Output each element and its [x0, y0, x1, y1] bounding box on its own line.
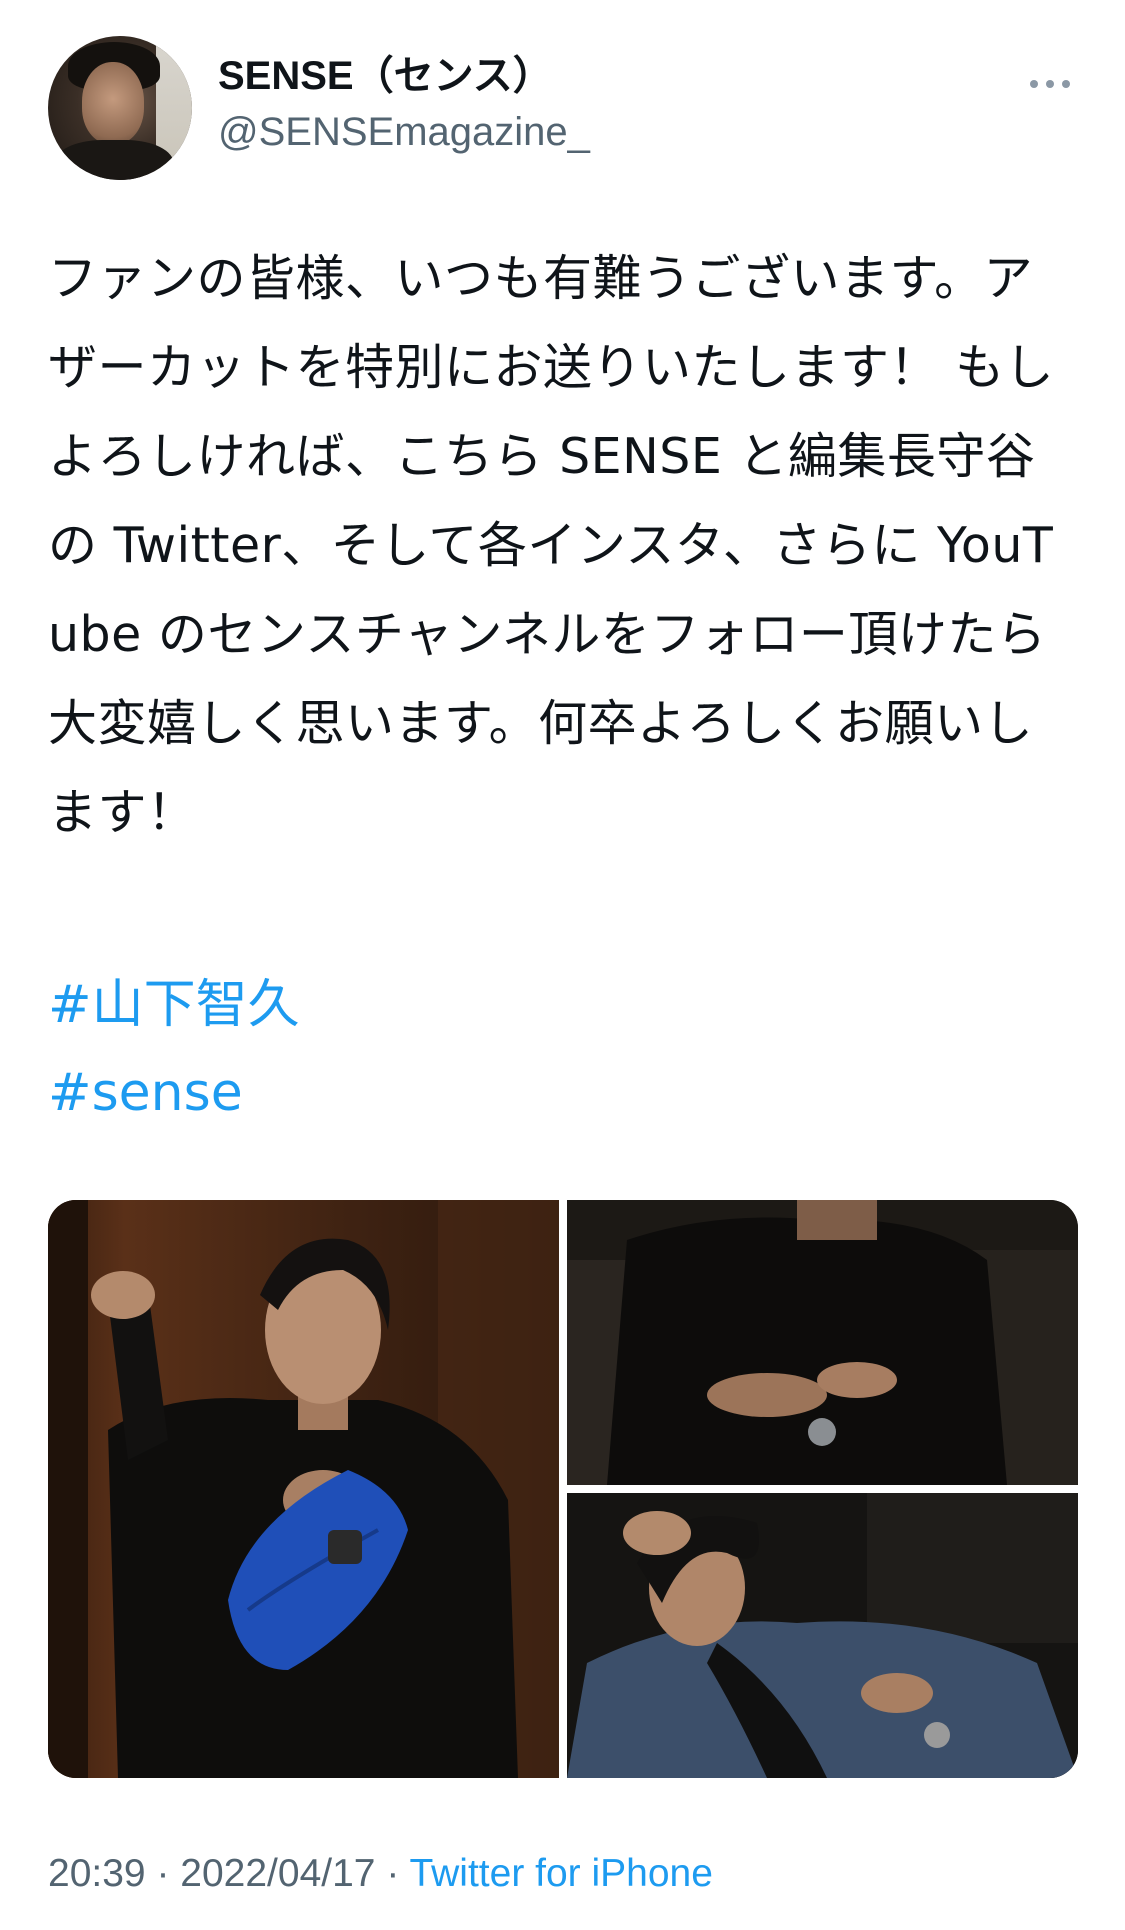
avatar-body	[54, 140, 174, 180]
tweet-date[interactable]: 2022/04/17	[180, 1852, 375, 1895]
display-name[interactable]: SENSE（センス）	[218, 52, 553, 100]
tweet-meta: 20:39 · 2022/04/17 · Twitter for iPhone	[48, 1850, 713, 1898]
photo-2[interactable]	[567, 1200, 1078, 1485]
photo-1[interactable]	[48, 1200, 559, 1778]
avatar[interactable]	[48, 36, 192, 180]
hashtag-link[interactable]: #山下智久	[48, 975, 300, 1035]
photo-3[interactable]	[567, 1493, 1078, 1778]
hashtag-link[interactable]: #sense	[48, 1063, 243, 1123]
meta-separator: ·	[375, 1852, 410, 1895]
avatar-face	[82, 62, 144, 144]
tweet-header: SENSE（センス） @SENSEmagazine_	[48, 36, 1078, 186]
more-options-button[interactable]	[1022, 64, 1078, 104]
more-horizontal-icon	[1030, 80, 1070, 88]
tweet-source-link[interactable]: Twitter for iPhone	[409, 1852, 712, 1895]
tweet-time[interactable]: 20:39	[48, 1852, 146, 1895]
photo-man-with-blue-bag	[48, 1200, 559, 1778]
photo-seated-hands-watch	[567, 1200, 1078, 1485]
tweet-text: ファンの皆様、いつも有難うございます。アザーカットを特別にお送りいたします！ も…	[48, 250, 1055, 841]
user-handle[interactable]: @SENSEmagazine_	[218, 108, 590, 156]
media-grid	[48, 1200, 1078, 1778]
photo-reclining-denim-jacket	[567, 1493, 1078, 1778]
meta-separator: ·	[145, 1852, 181, 1895]
